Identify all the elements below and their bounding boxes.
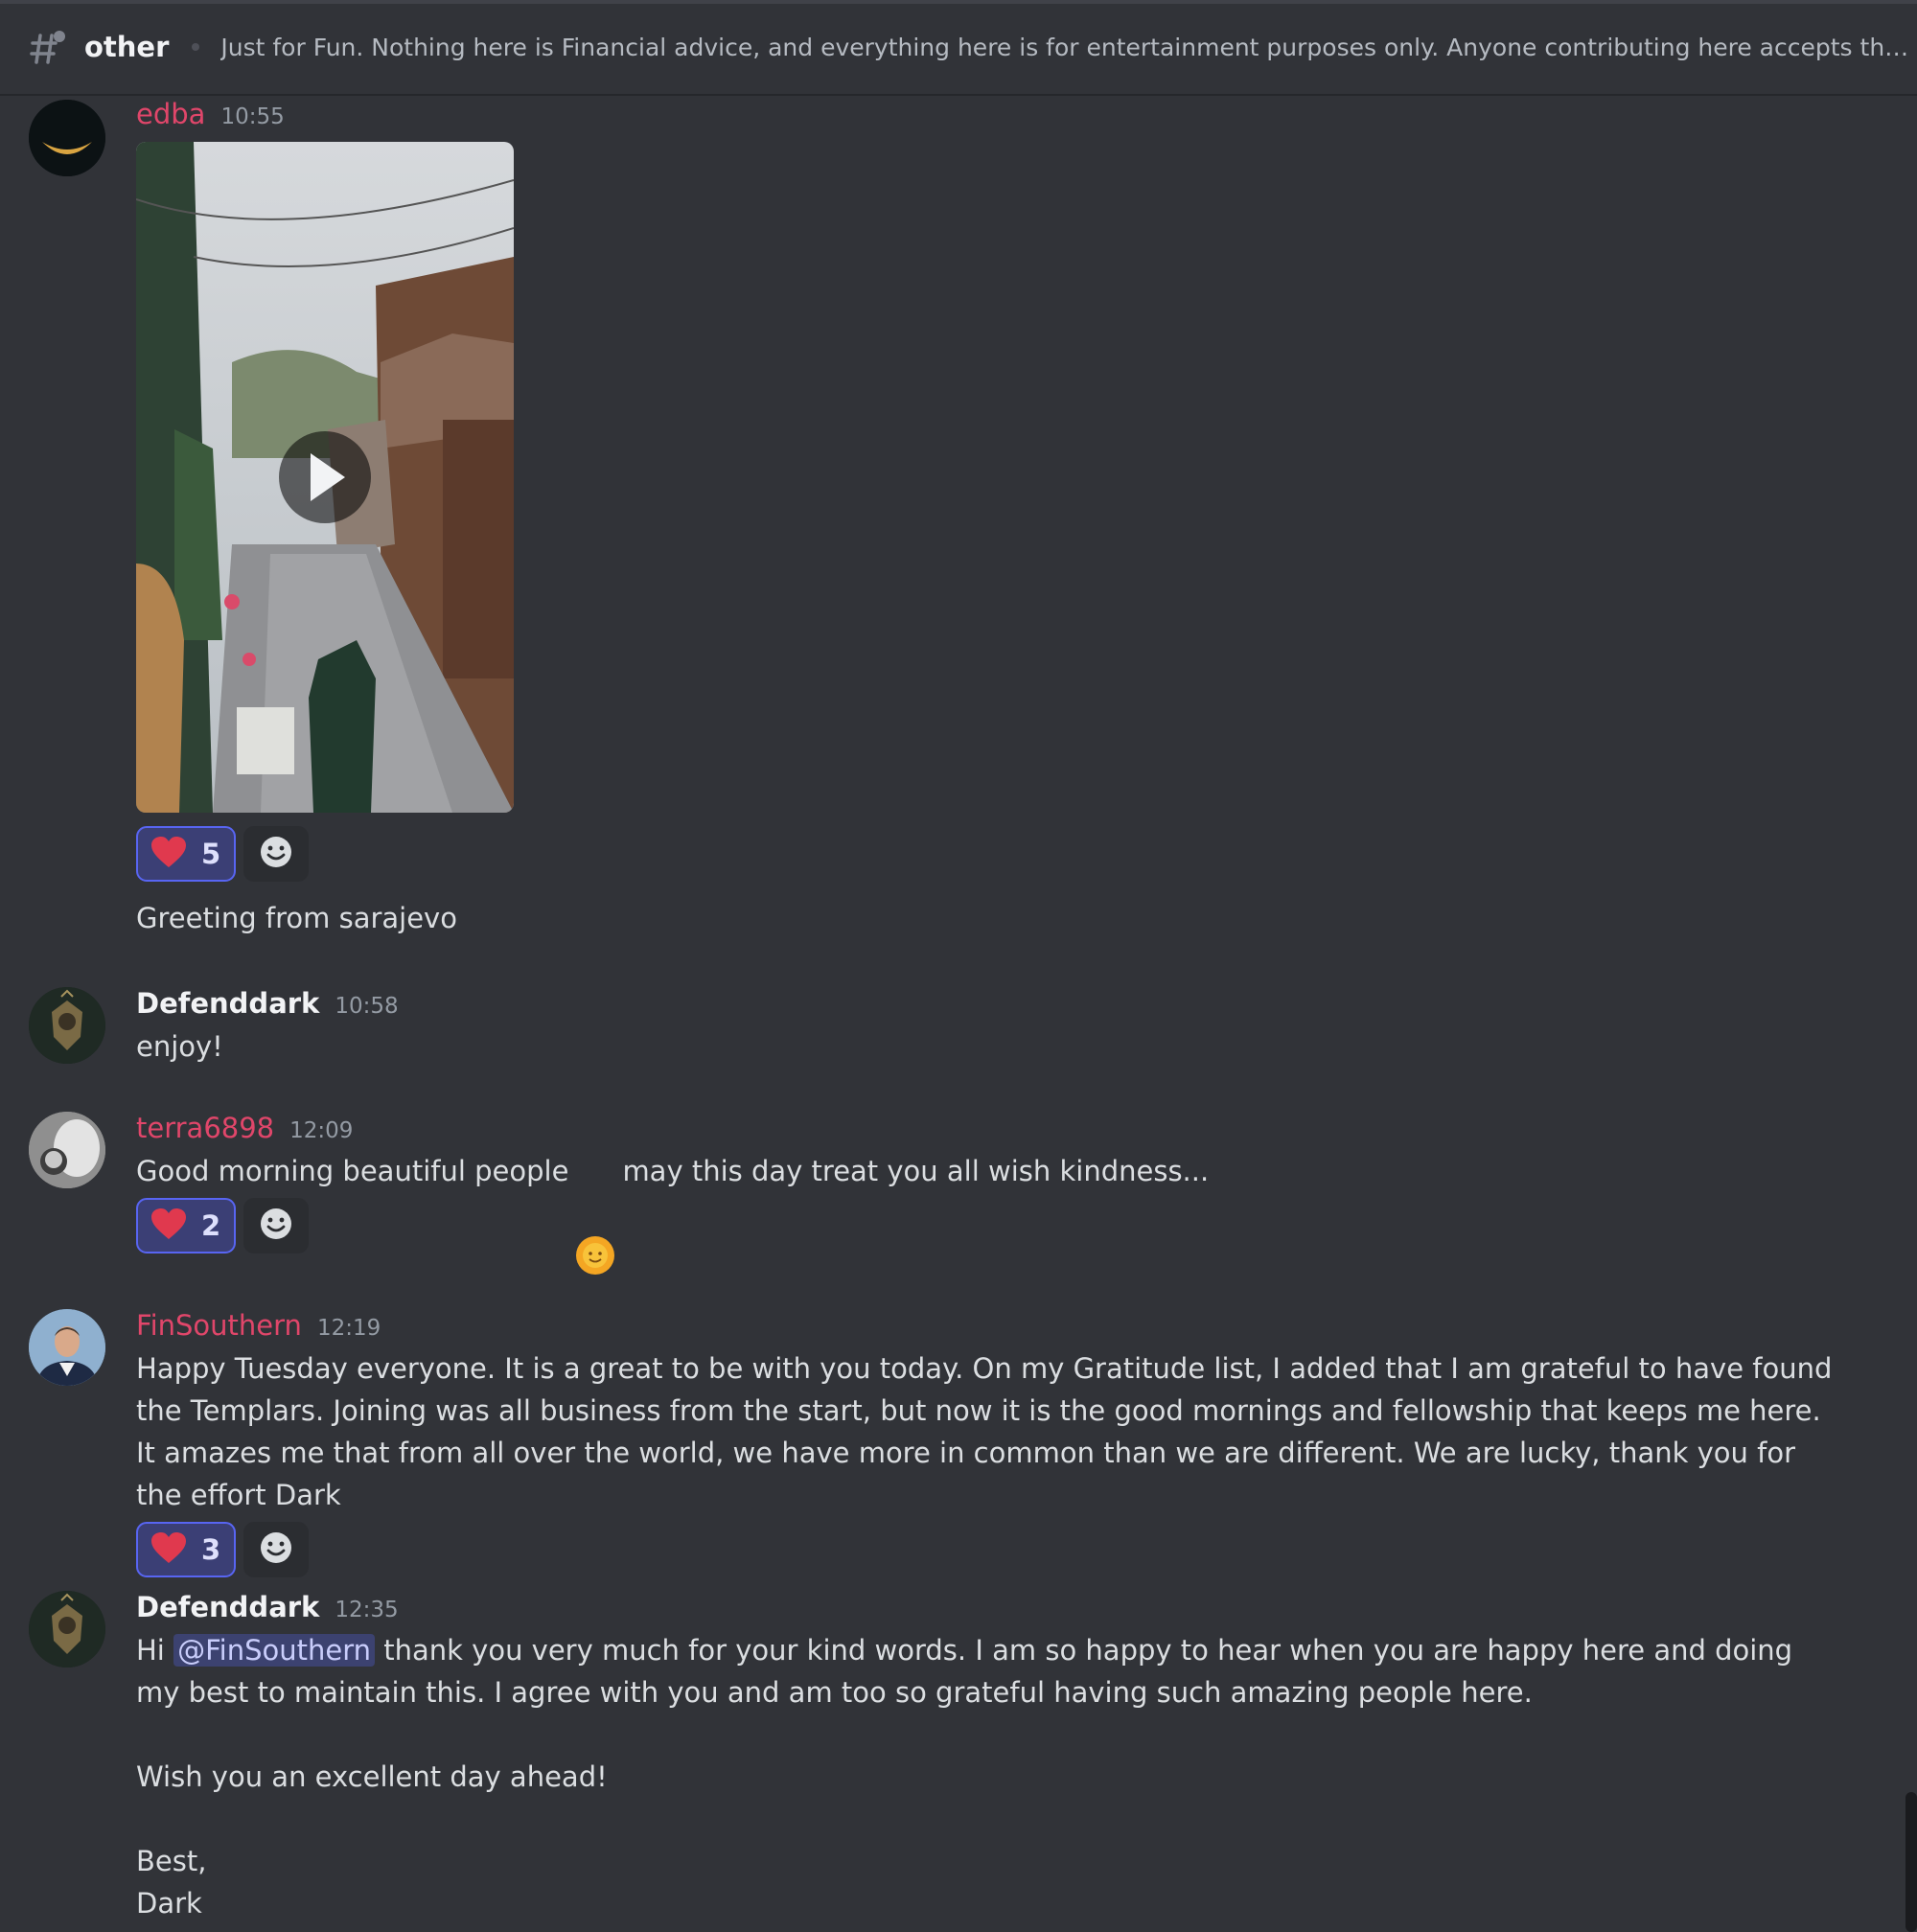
channel-header: other Just for Fun. Nothing here is Fina…	[0, 0, 1917, 96]
message-text: Dark	[136, 1887, 202, 1920]
smiley-icon	[260, 1208, 292, 1244]
avatar[interactable]	[29, 100, 105, 176]
smiley-icon	[260, 836, 292, 872]
channel-name[interactable]: other	[84, 31, 169, 63]
heart-reaction[interactable]: 5	[136, 826, 236, 882]
message-text-part: Hi	[136, 1634, 165, 1667]
timestamp: 12:19	[316, 1316, 381, 1341]
reactions-bar: 2	[136, 1198, 1209, 1254]
message-text: Wish you an excellent day ahead!	[136, 1760, 608, 1793]
add-reaction-button[interactable]	[243, 1522, 309, 1577]
heart-icon	[150, 835, 188, 873]
message-text: Hi @FinSouthern thank you very much for …	[136, 1629, 1842, 1714]
channel-topic[interactable]: Just for Fun. Nothing here is Financial …	[220, 34, 1917, 61]
avatar[interactable]	[29, 1112, 105, 1188]
reactions-bar: 5	[136, 826, 514, 882]
video-attachment[interactable]	[136, 142, 514, 813]
user-mention[interactable]: @FinSouthern	[173, 1634, 376, 1667]
heart-icon	[150, 1530, 188, 1569]
sun-emoji-icon	[574, 1150, 616, 1275]
thread-channel-icon	[29, 28, 67, 66]
timestamp: 12:09	[289, 1118, 354, 1143]
message-text-part: Good morning beautiful people	[136, 1155, 569, 1187]
scrollbar-thumb[interactable]	[1905, 1792, 1917, 1932]
username[interactable]: terra6898	[136, 1112, 274, 1144]
message-text: enjoy!	[136, 1030, 223, 1063]
reactions-bar: 3	[136, 1522, 1852, 1577]
avatar[interactable]	[29, 987, 105, 1064]
avatar[interactable]	[29, 1309, 105, 1386]
message-text: Best,	[136, 1845, 207, 1877]
heart-icon	[150, 1207, 188, 1245]
reaction-count: 3	[201, 1533, 221, 1566]
message-text: Happy Tuesday everyone. It is a great to…	[136, 1352, 1841, 1511]
heart-reaction[interactable]: 3	[136, 1522, 236, 1577]
reaction-count: 2	[201, 1209, 221, 1242]
message-text-part: may this day treat you all wish kindness…	[622, 1155, 1210, 1187]
add-reaction-button[interactable]	[243, 1198, 309, 1254]
heart-reaction[interactable]: 2	[136, 1198, 236, 1254]
timestamp: 10:58	[335, 994, 399, 1019]
timestamp: 10:55	[220, 104, 285, 129]
reaction-count: 5	[201, 838, 221, 870]
message-text-part: thank you very much for your kind words.…	[136, 1634, 1802, 1709]
message-text: Good morning beautiful people may this d…	[136, 1150, 1210, 1275]
username[interactable]: edba	[136, 98, 205, 130]
avatar[interactable]	[29, 1591, 105, 1668]
username[interactable]: Defenddark	[136, 987, 319, 1020]
add-reaction-button[interactable]	[243, 826, 309, 882]
username[interactable]: FinSouthern	[136, 1309, 302, 1342]
username[interactable]: Defenddark	[136, 1591, 319, 1623]
timestamp: 12:35	[335, 1598, 399, 1622]
discord-channel-view: other Just for Fun. Nothing here is Fina…	[0, 0, 1917, 1932]
message-text: Greeting from sarajevo	[136, 902, 457, 934]
smiley-icon	[260, 1531, 292, 1568]
header-divider	[192, 43, 200, 51]
